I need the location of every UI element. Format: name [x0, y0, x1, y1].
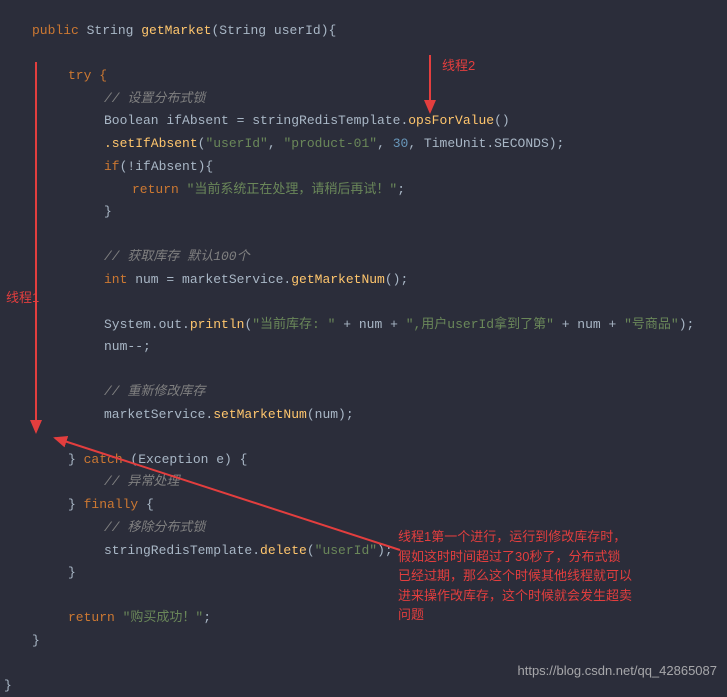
line-finally: } finally { [32, 494, 727, 517]
line-numdec: num--; [32, 336, 727, 359]
line-finally-close: } [32, 562, 727, 585]
line-println: System.out.println("当前库存: " + num + ",用户… [32, 314, 727, 337]
comment-setlock: // 设置分布式锁 [32, 88, 727, 111]
line-getnum: int num = marketService.getMarketNum(); [32, 269, 727, 292]
line-setifabsent: .setIfAbsent("userId", "product-01", 30,… [32, 133, 727, 156]
line-setnum: marketService.setMarketNum(num); [32, 404, 727, 427]
line-try: try { [32, 65, 727, 88]
line-return-busy: return "当前系统正在处理，请稍后再试！"; [32, 179, 727, 202]
code-block: public String getMarket(String userId){ … [32, 20, 727, 697]
line-return-ok: return "购买成功！"; [32, 607, 727, 630]
line-bool: Boolean ifAbsent = stringRedisTemplate.o… [32, 110, 727, 133]
line-signature: public String getMarket(String userId){ [32, 20, 727, 43]
comment-getstock: // 获取库存 默认100个 [32, 246, 727, 269]
comment-catch: // 异常处理 [32, 471, 727, 494]
comment-remove: // 移除分布式锁 [32, 517, 727, 540]
line-method-close: } [32, 630, 727, 653]
line-if-close: } [32, 201, 727, 224]
line-if: if(!ifAbsent){ [32, 156, 727, 179]
comment-modstock: // 重新修改库存 [32, 381, 727, 404]
line-catch: } catch (Exception e) { [32, 449, 727, 472]
line-delete: stringRedisTemplate.delete("userId"); [32, 540, 727, 563]
watermark: https://blog.csdn.net/qq_42865087 [518, 660, 718, 683]
